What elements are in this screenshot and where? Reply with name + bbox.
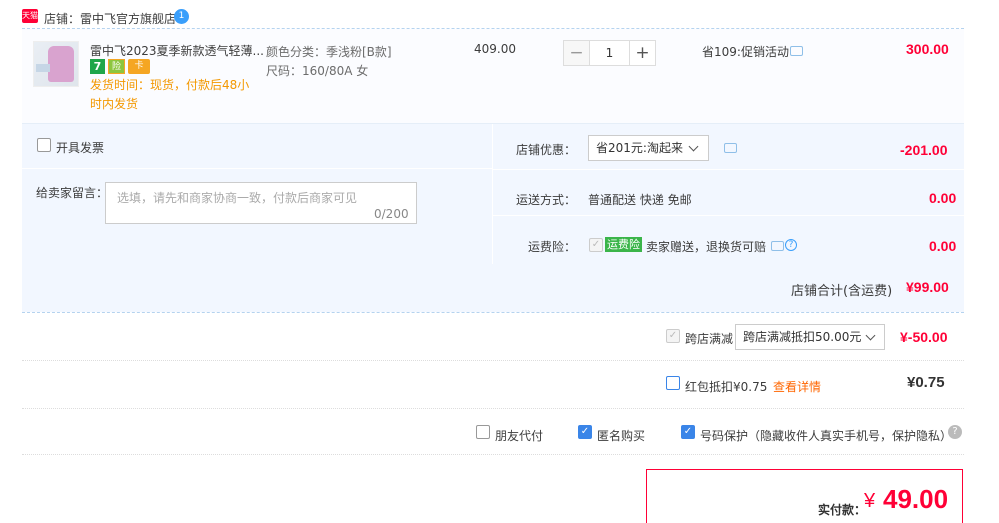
- help-icon[interactable]: ?: [948, 425, 962, 439]
- shop-name[interactable]: 店铺：雷中飞官方旗舰店: [44, 10, 176, 27]
- quantity-increase-button[interactable]: +: [629, 40, 656, 66]
- product-image-coat: [48, 46, 74, 82]
- tmall-logo-icon: 天猫: [22, 9, 38, 23]
- product-image-tag: [36, 64, 50, 72]
- delivery-fee: 0.00: [929, 190, 957, 206]
- promo-text: 省109:促销活动: [702, 45, 789, 59]
- payment-currency: ¥: [864, 490, 876, 512]
- shipping-note: 发货时间：现货，付款后48小时内发货: [90, 78, 250, 111]
- friend-pay-checkbox[interactable]: [476, 425, 490, 439]
- phone-protect-checkbox[interactable]: ✓: [681, 425, 695, 439]
- divider: [22, 408, 964, 409]
- cross-store-checkbox: ✓: [666, 329, 680, 343]
- comment-icon[interactable]: [724, 143, 737, 153]
- help-icon[interactable]: ?: [785, 239, 797, 251]
- phone-protect-label: 号码保护（隐藏收件人真实手机号，保护隐私）: [700, 429, 953, 443]
- delivery-label: 运送方式：: [516, 193, 577, 207]
- wangwang-icon[interactable]: 1: [174, 9, 189, 24]
- panel-divider: [22, 168, 492, 169]
- item-subtotal: 300.00: [906, 41, 949, 57]
- cross-store-select[interactable]: 跨店满减抵扣50.00元: [735, 324, 885, 350]
- message-char-count: 0/200: [374, 207, 409, 221]
- insurance-badge: 运费险: [605, 237, 642, 252]
- cross-store-selected: 跨店满减抵扣50.00元: [743, 330, 862, 344]
- quantity-decrease-button[interactable]: −: [563, 40, 590, 66]
- seven-day-return-icon: 7: [90, 59, 105, 74]
- red-packet-checkbox[interactable]: [666, 376, 680, 390]
- message-label: 给卖家留言：: [36, 186, 109, 200]
- divider: [22, 360, 964, 361]
- cross-store-value: ¥-50.00: [900, 329, 948, 345]
- shop-discount-label: 店铺优惠：: [516, 143, 577, 157]
- anonymous-label: 匿名购买: [597, 429, 646, 443]
- shop-total-value: ¥99.00: [906, 279, 949, 295]
- insurance-badge-icon: 险: [108, 59, 125, 74]
- payment-label: 实付款：: [818, 503, 867, 517]
- red-packet-value: ¥0.75: [907, 374, 945, 391]
- sku-size: 尺码：160/80A 女: [266, 64, 369, 78]
- insurance-checkbox: ✓: [589, 238, 603, 252]
- quantity-input[interactable]: 1: [590, 40, 629, 66]
- red-packet-label: 红包抵扣¥0.75: [685, 380, 768, 394]
- comment-icon[interactable]: [771, 241, 784, 251]
- delivery-method: 普通配送 快递 免邮: [588, 193, 692, 207]
- panel-divider: [492, 124, 493, 264]
- anonymous-checkbox[interactable]: ✓: [578, 425, 592, 439]
- divider: [22, 454, 964, 455]
- cross-store-label: 跨店满减: [685, 332, 734, 346]
- unit-price: 409.00: [474, 42, 516, 56]
- divider: [22, 312, 964, 313]
- insurance-label: 运费险：: [528, 240, 577, 254]
- credit-card-icon: 卡: [128, 59, 150, 74]
- shop-discount-selected: 省201元:淘起来: [596, 141, 683, 155]
- invoice-label: 开具发票: [56, 141, 105, 155]
- payment-amount: 49.00: [883, 484, 949, 514]
- seller-message-placeholder: 选填，请先和商家协商一致，付款后商家可见: [117, 191, 358, 205]
- comment-icon[interactable]: [790, 46, 803, 56]
- sku-color: 颜色分类：季浅粉[B款]: [266, 45, 392, 59]
- insurance-text: 卖家赠送，退换货可赔: [646, 240, 767, 254]
- insurance-fee: 0.00: [929, 238, 957, 254]
- shop-discount-value: -201.00: [900, 142, 948, 158]
- friend-pay-label: 朋友代付: [495, 429, 544, 443]
- red-packet-details-link[interactable]: 查看详情: [773, 378, 821, 395]
- shop-total-label: 店铺合计(含运费): [791, 284, 893, 299]
- product-title[interactable]: 雷中飞2023夏季新款透气轻薄...: [90, 42, 264, 59]
- invoice-checkbox[interactable]: [37, 138, 51, 152]
